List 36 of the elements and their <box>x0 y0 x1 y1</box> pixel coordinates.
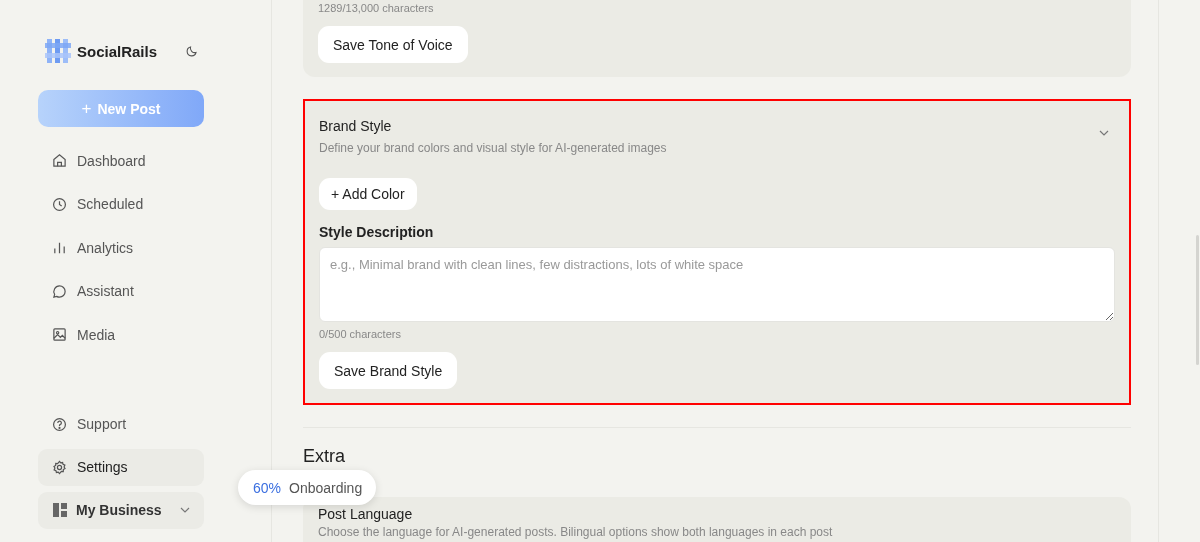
onboarding-label: Onboarding <box>289 479 363 496</box>
chevron-down-icon <box>180 507 190 513</box>
progress-percent: 60% <box>253 479 282 496</box>
layout-icon <box>52 502 68 518</box>
card-subtitle: Define your brand colors and visual style for AI-generated images <box>319 141 668 155</box>
nav-item[interactable]: Settings <box>38 448 204 486</box>
clock-icon <box>52 196 67 212</box>
nav-item[interactable]: Assistant <box>38 272 204 310</box>
save-tone-button[interactable]: Save Tone of Voice <box>318 26 468 63</box>
onboarding-badge[interactable]: 60% Onboarding <box>238 470 377 505</box>
brand-name: SocialRails <box>77 42 159 60</box>
image-icon <box>52 327 67 342</box>
grid-logo-icon <box>45 39 71 63</box>
chat-bubble-icon <box>52 283 67 299</box>
card-description: Choose the language for AI-generated posts. Bilingual options show both languages in each post <box>318 525 833 539</box>
home-icon <box>52 153 67 168</box>
moon-icon[interactable] <box>186 45 198 57</box>
nav-item[interactable]: Dashboard <box>38 142 204 179</box>
style-description-field[interactable]: e.g., Minimal brand with clean lines, few distractions, lots of white space <box>319 247 1115 322</box>
bar-chart-icon <box>52 240 67 255</box>
field-label: Style Description <box>319 224 434 240</box>
nav-item[interactable]: Support <box>38 405 204 443</box>
settings-icon <box>52 459 67 475</box>
character-counter: 0/500 characters <box>319 328 401 340</box>
save-brand-style-button[interactable]: Save Brand Style <box>319 352 458 389</box>
help-icon <box>52 416 67 432</box>
nav-item[interactable]: Media <box>38 316 204 353</box>
add-color-button[interactable]: + Add Color <box>319 178 417 210</box>
nav-item[interactable]: Analytics <box>38 229 204 266</box>
section-heading: Extra <box>303 446 346 467</box>
character-counter: 1289/13,000 characters <box>318 2 434 14</box>
card-title: Post Language <box>318 506 413 522</box>
card-title: Brand Style <box>319 118 393 134</box>
nav-item[interactable]: Scheduled <box>38 185 204 223</box>
workspace-selector[interactable]: My Business <box>38 491 204 529</box>
chevron-icon[interactable] <box>1099 130 1109 136</box>
